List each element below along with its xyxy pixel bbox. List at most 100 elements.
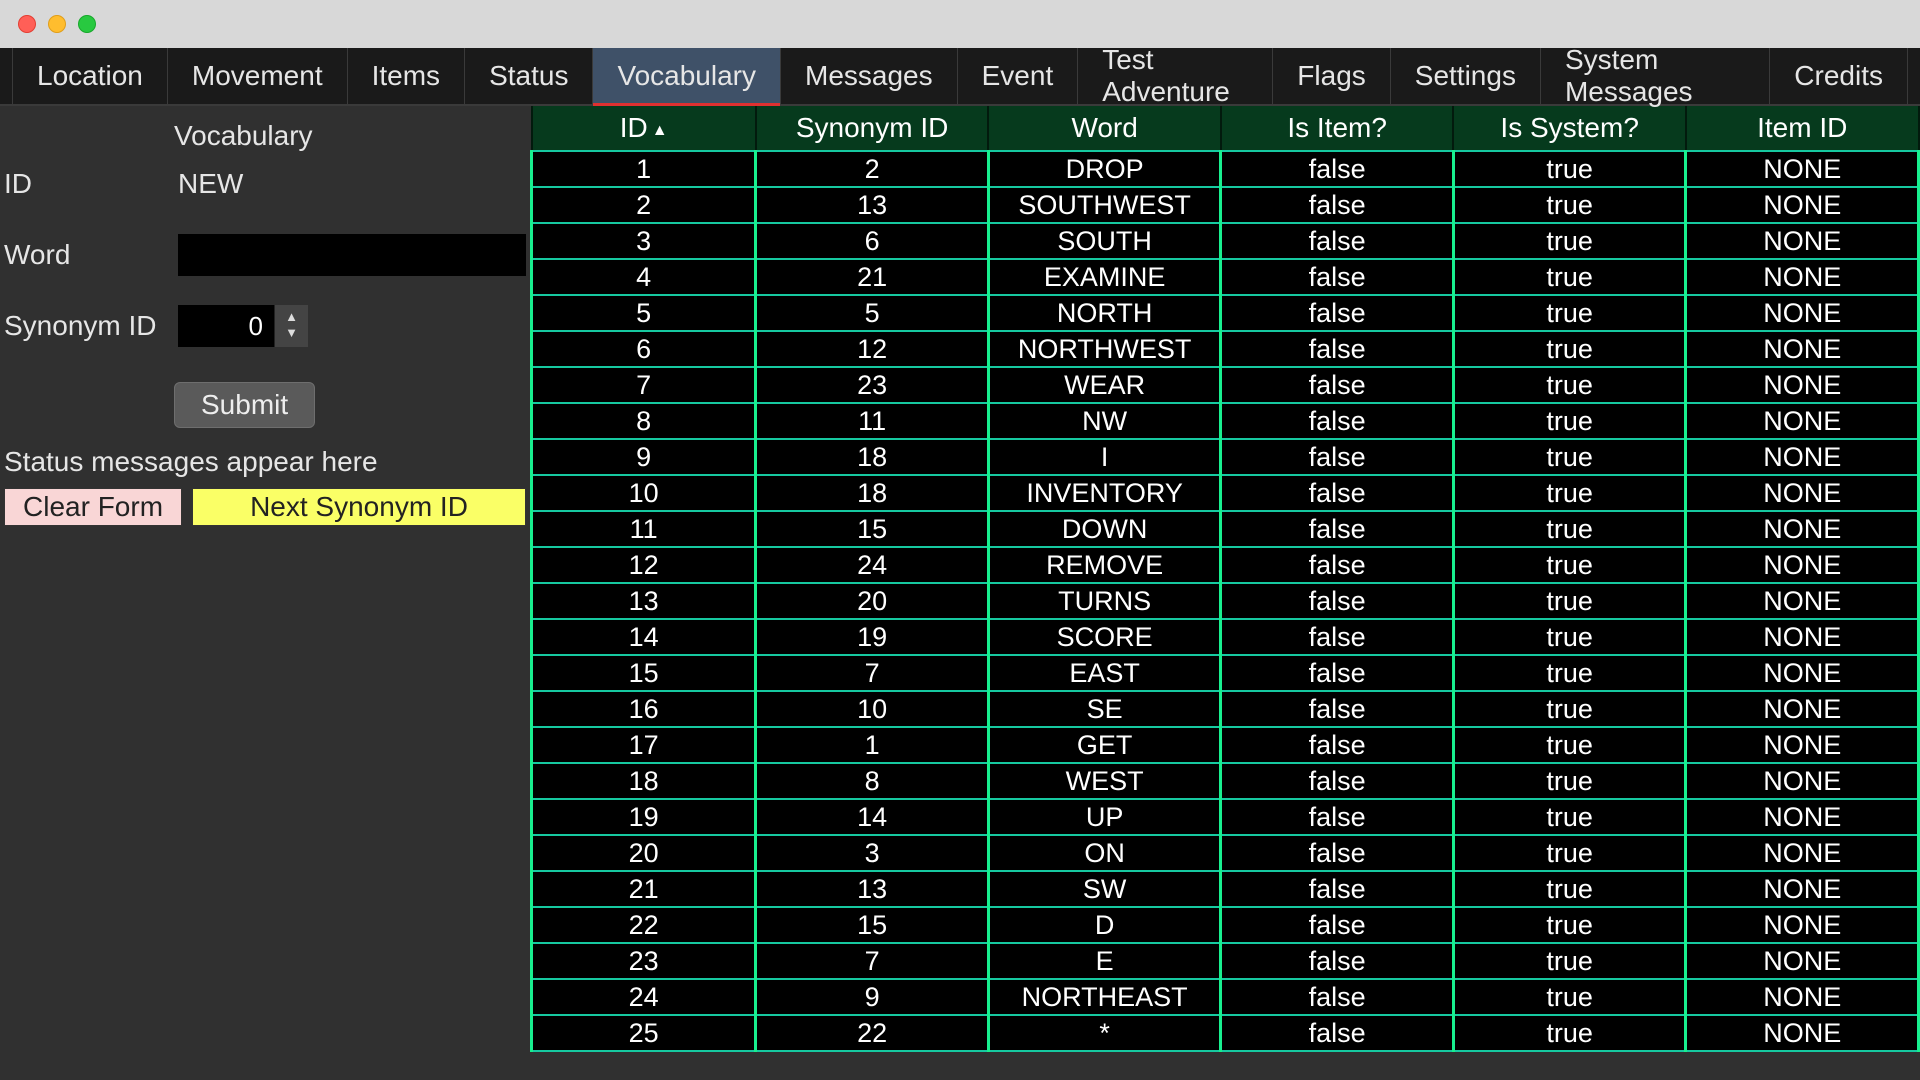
cell-syn: 23 [756, 367, 989, 403]
tab-bar: LocationMovementItemsStatusVocabularyMes… [0, 48, 1920, 106]
cell-word: * [988, 1015, 1221, 1051]
clear-form-button[interactable]: Clear Form [4, 488, 182, 526]
table-row[interactable]: 171GETfalsetrueNONE [532, 727, 1919, 763]
cell-syn: 3 [756, 835, 989, 871]
cell-itemId: NONE [1686, 871, 1919, 907]
table-row[interactable]: 213SOUTHWESTfalsetrueNONE [532, 187, 1919, 223]
spinner-buttons[interactable]: ▲ ▼ [274, 305, 308, 347]
table-row[interactable]: 1018INVENTORYfalsetrueNONE [532, 475, 1919, 511]
cell-syn: 11 [756, 403, 989, 439]
cell-isSystem: true [1453, 835, 1686, 871]
column-header-synonym-id[interactable]: Synonym ID [756, 106, 989, 151]
chevron-up-icon[interactable]: ▲ [275, 310, 308, 326]
close-window-button[interactable] [18, 15, 36, 33]
tab-status[interactable]: Status [465, 48, 593, 104]
submit-button[interactable]: Submit [174, 382, 315, 428]
maximize-window-button[interactable] [78, 15, 96, 33]
cell-id: 4 [532, 259, 756, 295]
table-row[interactable]: 55NORTHfalsetrueNONE [532, 295, 1919, 331]
tab-location[interactable]: Location [12, 48, 168, 104]
table-row[interactable]: 1419SCOREfalsetrueNONE [532, 619, 1919, 655]
tab-system-messages[interactable]: System Messages [1541, 48, 1770, 104]
table-row[interactable]: 421EXAMINEfalsetrueNONE [532, 259, 1919, 295]
tab-flags[interactable]: Flags [1273, 48, 1390, 104]
tab-event[interactable]: Event [958, 48, 1079, 104]
cell-isItem: false [1221, 439, 1454, 475]
table-row[interactable]: 249NORTHEASTfalsetrueNONE [532, 979, 1919, 1015]
cell-itemId: NONE [1686, 835, 1919, 871]
column-header-id[interactable]: ID▲ [532, 106, 756, 151]
column-header-item-id[interactable]: Item ID [1686, 106, 1919, 151]
table-row[interactable]: 36SOUTHfalsetrueNONE [532, 223, 1919, 259]
cell-word: REMOVE [988, 547, 1221, 583]
vocabulary-table[interactable]: ID▲Synonym IDWordIs Item?Is System?Item … [530, 106, 1920, 1052]
cell-id: 16 [532, 691, 756, 727]
column-header-word[interactable]: Word [988, 106, 1221, 151]
cell-syn: 15 [756, 511, 989, 547]
cell-itemId: NONE [1686, 583, 1919, 619]
table-row[interactable]: 1224REMOVEfalsetrueNONE [532, 547, 1919, 583]
cell-isItem: false [1221, 583, 1454, 619]
table-row[interactable]: 811NWfalsetrueNONE [532, 403, 1919, 439]
table-row[interactable]: 237EfalsetrueNONE [532, 943, 1919, 979]
table-row[interactable]: 723WEARfalsetrueNONE [532, 367, 1919, 403]
table-row[interactable]: 612NORTHWESTfalsetrueNONE [532, 331, 1919, 367]
synonym-id-stepper[interactable]: ▲ ▼ [178, 305, 308, 347]
cell-word: EAST [988, 655, 1221, 691]
table-row[interactable]: 2215DfalsetrueNONE [532, 907, 1919, 943]
cell-itemId: NONE [1686, 691, 1919, 727]
table-row[interactable]: 1115DOWNfalsetrueNONE [532, 511, 1919, 547]
cell-isItem: false [1221, 691, 1454, 727]
tab-test-adventure[interactable]: Test Adventure [1078, 48, 1273, 104]
column-header-is-item-[interactable]: Is Item? [1221, 106, 1454, 151]
minimize-window-button[interactable] [48, 15, 66, 33]
chevron-down-icon[interactable]: ▼ [275, 326, 308, 342]
table-row[interactable]: 1610SEfalsetrueNONE [532, 691, 1919, 727]
sidebar-form: Vocabulary ID NEW Word Synonym ID ▲ ▼ Su… [0, 106, 530, 1080]
table-row[interactable]: 2522*falsetrueNONE [532, 1015, 1919, 1051]
table-row[interactable]: 1914UPfalsetrueNONE [532, 799, 1919, 835]
cell-isItem: false [1221, 259, 1454, 295]
cell-isItem: false [1221, 763, 1454, 799]
table-row[interactable]: 918IfalsetrueNONE [532, 439, 1919, 475]
cell-isSystem: true [1453, 871, 1686, 907]
cell-id: 2 [532, 187, 756, 223]
table-row[interactable]: 2113SWfalsetrueNONE [532, 871, 1919, 907]
column-header-is-system-[interactable]: Is System? [1453, 106, 1686, 151]
table-row[interactable]: 1320TURNSfalsetrueNONE [532, 583, 1919, 619]
cell-word: NORTH [988, 295, 1221, 331]
cell-syn: 6 [756, 223, 989, 259]
word-label: Word [4, 239, 178, 271]
table-row[interactable]: 12DROPfalsetrueNONE [532, 151, 1919, 187]
table-row[interactable]: 188WESTfalsetrueNONE [532, 763, 1919, 799]
cell-isItem: false [1221, 727, 1454, 763]
cell-isItem: false [1221, 331, 1454, 367]
cell-id: 14 [532, 619, 756, 655]
table-row[interactable]: 157EASTfalsetrueNONE [532, 655, 1919, 691]
cell-word: DROP [988, 151, 1221, 187]
cell-isItem: false [1221, 943, 1454, 979]
next-synonym-id-button[interactable]: Next Synonym ID [192, 488, 526, 526]
cell-syn: 8 [756, 763, 989, 799]
cell-word: SW [988, 871, 1221, 907]
cell-word: INVENTORY [988, 475, 1221, 511]
cell-itemId: NONE [1686, 727, 1919, 763]
synonym-id-input[interactable] [178, 305, 274, 347]
cell-word: UP [988, 799, 1221, 835]
tab-movement[interactable]: Movement [168, 48, 348, 104]
tab-messages[interactable]: Messages [781, 48, 958, 104]
cell-id: 5 [532, 295, 756, 331]
cell-syn: 10 [756, 691, 989, 727]
tab-credits[interactable]: Credits [1770, 48, 1908, 104]
cell-syn: 22 [756, 1015, 989, 1051]
cell-id: 21 [532, 871, 756, 907]
table-row[interactable]: 203ONfalsetrueNONE [532, 835, 1919, 871]
cell-id: 12 [532, 547, 756, 583]
word-input[interactable] [178, 234, 526, 276]
tab-vocabulary[interactable]: Vocabulary [593, 48, 781, 104]
cell-word: GET [988, 727, 1221, 763]
tab-items[interactable]: Items [348, 48, 465, 104]
cell-itemId: NONE [1686, 295, 1919, 331]
tab-settings[interactable]: Settings [1391, 48, 1541, 104]
cell-word: SOUTH [988, 223, 1221, 259]
